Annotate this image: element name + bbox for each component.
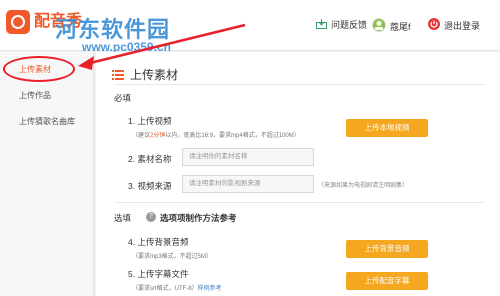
upload-subtitle-hint: （要求srt格式，UTF-8）样例参考 xyxy=(132,286,222,292)
upload-audio-button[interactable]: 上传背景音频 xyxy=(346,240,428,258)
divider xyxy=(114,84,484,85)
video-source-input[interactable]: 请注明素材的影视剧来源 xyxy=(182,175,314,193)
feedback-link[interactable]: 问题反馈 xyxy=(316,18,367,31)
upload-local-video-button[interactable]: 上传本地视频 xyxy=(346,119,428,137)
upload-audio-hint: （要求mp3格式，不超过5M） xyxy=(132,254,213,260)
required-section-label: 必填 xyxy=(114,93,132,103)
logout-button[interactable]: 退出登录 xyxy=(428,18,480,32)
logo-icon[interactable] xyxy=(6,10,30,34)
sidebar: 上传素材 上传作品 上传猜歌名曲库 xyxy=(0,52,94,296)
video-source-note: （来源如果为电视剧请注明剧集） xyxy=(318,183,409,189)
feedback-label: 问题反馈 xyxy=(331,20,368,30)
sample-reference-link[interactable]: 样例参考 xyxy=(198,286,222,292)
divider xyxy=(114,202,484,203)
sidebar-item-upload-works[interactable]: 上传作品 xyxy=(0,83,93,109)
user-menu[interactable]: 蔻尾f xyxy=(372,18,411,34)
upload-subtitle-label: 5. 上传字幕文件 xyxy=(128,269,189,279)
optional-help-text[interactable]: 选项项制作方法参考 xyxy=(160,212,237,224)
power-icon xyxy=(428,18,440,32)
sidebar-item-song-library[interactable]: 上传猜歌名曲库 xyxy=(0,109,93,135)
list-icon xyxy=(112,69,124,81)
page-title-text: 上传素材 xyxy=(130,68,179,82)
optional-section-label: 选填 xyxy=(114,213,132,223)
username: 蔻尾f xyxy=(390,21,411,32)
page-title: 上传素材 xyxy=(112,66,178,83)
video-source-label: 3. 视频来源 xyxy=(128,181,172,191)
sidebar-item-label: 上传作品 xyxy=(19,91,51,100)
avatar-icon xyxy=(372,18,386,34)
upload-subtitle-button[interactable]: 上传配音字幕 xyxy=(346,272,428,290)
sidebar-item-label: 上传猜歌名曲库 xyxy=(19,117,75,126)
upload-video-hint: （建议2分钟以内，宽高比16:9，要求mp4格式，不超过100M） xyxy=(132,133,300,139)
material-name-input[interactable]: 请注明你的素材名称 xyxy=(182,148,314,166)
help-icon[interactable]: ? xyxy=(146,212,156,222)
material-name-label: 2. 素材名称 xyxy=(128,154,172,164)
feedback-icon xyxy=(316,18,327,31)
upload-audio-label: 4. 上传背景音频 xyxy=(128,237,189,247)
annotation-ellipse xyxy=(3,56,75,82)
logout-label: 退出登录 xyxy=(444,20,481,31)
upload-video-label: 1. 上传视频 xyxy=(128,116,172,126)
main-panel: 上传素材 必填 1. 上传视频 （建议2分钟以内，宽高比16:9，要求mp4格式… xyxy=(96,52,500,296)
